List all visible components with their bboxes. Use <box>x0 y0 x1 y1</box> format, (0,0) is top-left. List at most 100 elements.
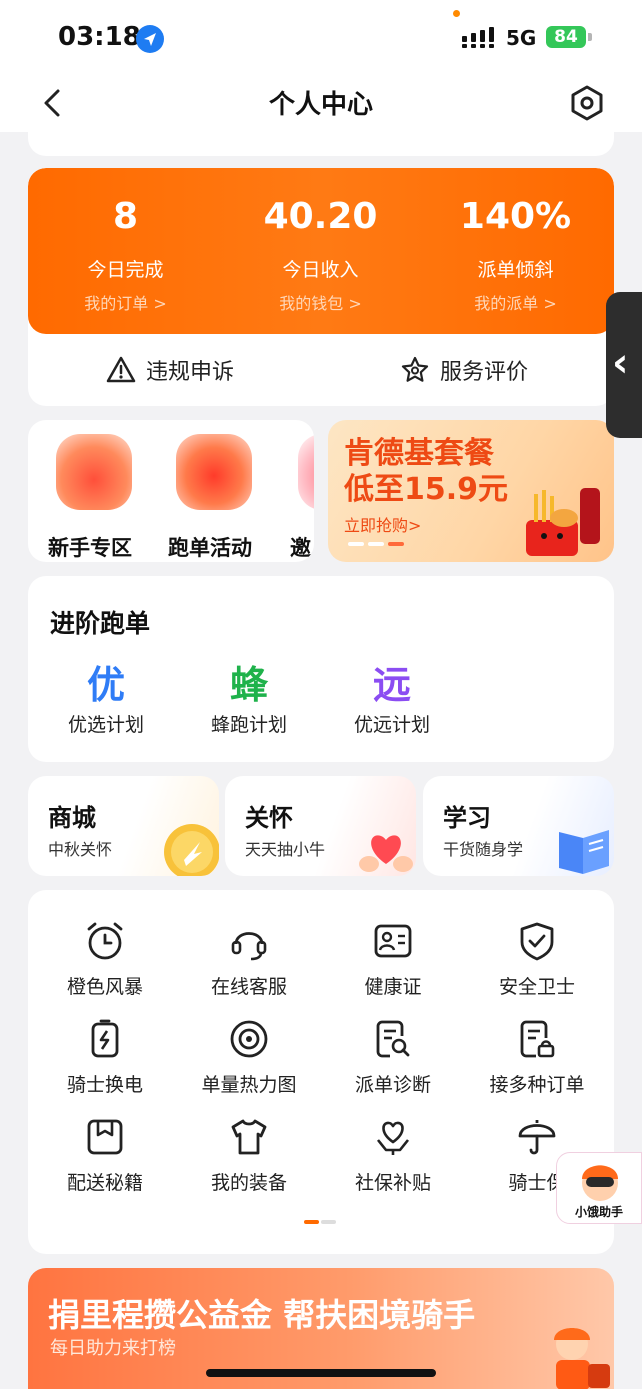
quick-entry-newbie[interactable]: 新手专区 <box>28 434 148 560</box>
tool-label: 派单诊断 <box>354 1074 431 1096</box>
battery-swap-icon <box>91 1019 119 1058</box>
plan-icon: 远 <box>372 663 411 707</box>
plan-youxuan[interactable]: 优 优选计划 <box>44 654 168 744</box>
shield-check-icon <box>520 922 554 961</box>
service-review-button[interactable]: 服务评价 <box>400 352 528 388</box>
quick-entry-invite[interactable]: 邀 <box>270 434 314 560</box>
tile-title: 商城 <box>48 804 96 832</box>
plan-fengpao[interactable]: 蜂 蜂跑计划 <box>187 654 311 744</box>
stat-label: 派单倾斜 <box>477 259 554 281</box>
tile-learn[interactable]: 学习 干货随身学 <box>423 776 614 876</box>
stat-value: 8 <box>112 196 139 237</box>
tool-label: 安全卫士 <box>498 976 575 998</box>
stat-completed[interactable]: 8 今日完成 我的订单 > <box>28 168 223 334</box>
stat-label: 今日完成 <box>87 259 164 281</box>
heatmap-target-icon <box>230 1020 268 1058</box>
advanced-title: 进阶跑单 <box>50 609 151 638</box>
pager-dot <box>368 542 384 546</box>
heart-hands-icon <box>359 835 413 872</box>
quick-entry-activity[interactable]: 跑单活动 <box>148 434 268 560</box>
banner-pager <box>348 542 404 546</box>
gift-box-icon <box>56 434 132 510</box>
pager-dot-active <box>388 542 404 546</box>
open-book-icon <box>559 830 609 874</box>
pager-dot <box>321 1220 336 1224</box>
plan-label: 优选计划 <box>67 714 144 736</box>
my-dispatch-link[interactable]: 我的派单 > <box>418 290 613 314</box>
tool-orange-storm[interactable]: 橙色风暴 <box>32 920 178 1006</box>
appeal-label: 违规申诉 <box>146 360 235 385</box>
plan-icon: 优 <box>86 663 125 707</box>
tool-safety-guard[interactable]: 安全卫士 <box>464 920 610 1006</box>
doc-search-icon <box>376 1020 410 1058</box>
stat-value: 140% <box>459 196 572 237</box>
tool-label: 在线客服 <box>210 976 287 998</box>
stats-actions: 违规申诉 服务评价 <box>28 334 614 406</box>
tile-title: 关怀 <box>245 804 293 832</box>
tool-label: 我的装备 <box>210 1172 287 1194</box>
headset-icon <box>231 932 267 961</box>
home-indicator[interactable] <box>206 1369 436 1377</box>
quick-entry-label: 邀 <box>290 536 311 560</box>
floating-drawer-handle[interactable]: ‹ <box>606 292 642 438</box>
bookmark-box-icon <box>87 1119 123 1155</box>
tile-care[interactable]: 关怀 天天抽小牛 <box>225 776 416 876</box>
status-time: 03:18 <box>58 22 141 52</box>
tool-label: 橙色风暴 <box>66 976 143 998</box>
status-bar: 03:18 5G 84 <box>0 0 642 72</box>
stat-income[interactable]: 40.20 今日收入 我的钱包 > <box>223 168 418 334</box>
quick-entries-card: 新手专区 跑单活动 邀 <box>28 420 314 562</box>
tool-multi-orders[interactable]: 接多种订单 <box>464 1018 610 1104</box>
star-badge-icon <box>401 356 429 382</box>
tool-my-gear[interactable]: 我的装备 <box>176 1116 322 1202</box>
tool-label: 健康证 <box>364 976 422 998</box>
tool-dispatch-diagnosis[interactable]: 派单诊断 <box>320 1018 466 1104</box>
assistant-label: 小饿助手 <box>574 1205 623 1219</box>
alarm-clock-icon <box>87 922 123 960</box>
privacy-indicator-dot <box>453 10 460 17</box>
previous-card-edge <box>28 132 614 156</box>
umbrella-icon <box>518 1120 556 1155</box>
pager-dot-active <box>304 1220 319 1224</box>
banner-cta[interactable]: 立即抢购> <box>344 512 421 536</box>
banner-title: 肯德基套餐 <box>344 436 494 471</box>
stat-value: 40.20 <box>263 196 378 237</box>
plan-youyuan[interactable]: 远 优远计划 <box>330 654 454 744</box>
battery-level: 84 <box>546 26 586 48</box>
promo-banner[interactable]: 肯德基套餐 低至15.9元 立即抢购> <box>328 420 614 562</box>
stats-panel: 8 今日完成 我的订单 > 40.20 今日收入 我的钱包 > 140% 派单倾… <box>28 168 614 334</box>
battery-tip <box>588 33 592 41</box>
tile-subtitle: 中秋关怀 <box>48 840 113 859</box>
red-pouch-icon <box>176 434 252 510</box>
tile-mall[interactable]: 商城 中秋关怀 <box>28 776 219 876</box>
stats-card: 8 今日完成 我的订单 > 40.20 今日收入 我的钱包 > 140% 派单倾… <box>28 168 614 406</box>
tile-title: 学习 <box>443 804 491 832</box>
tile-subtitle: 天天抽小牛 <box>245 840 326 859</box>
tool-online-service[interactable]: 在线客服 <box>176 920 322 1006</box>
invite-icon <box>298 434 314 510</box>
tools-grid-card: 橙色风暴 在线客服 健康证 安全卫士 骑士换电 单量热力图 派单诊断 接多种订单… <box>28 890 614 1254</box>
my-wallet-link[interactable]: 我的钱包 > <box>223 290 418 314</box>
charity-title: 捐里程攒公益金 帮扶困境骑手 <box>48 1296 476 1334</box>
fast-food-icon <box>526 488 600 556</box>
tool-battery-swap[interactable]: 骑士换电 <box>32 1018 178 1104</box>
signal-strength-icon <box>462 27 494 48</box>
assistant-button[interactable]: 小饿助手 <box>556 1152 642 1224</box>
tool-social-insurance[interactable]: 社保补贴 <box>320 1116 466 1202</box>
tool-heatmap[interactable]: 单量热力图 <box>176 1018 322 1104</box>
tool-label: 骑士换电 <box>66 1074 143 1096</box>
appeal-button[interactable]: 违规申诉 <box>106 352 234 388</box>
pager-dot <box>348 542 364 546</box>
tool-health-cert[interactable]: 健康证 <box>320 920 466 1006</box>
quick-entry-label: 新手专区 <box>48 536 132 560</box>
tool-label: 社保补贴 <box>354 1172 431 1194</box>
my-orders-link[interactable]: 我的订单 > <box>28 290 223 314</box>
settings-gear-icon[interactable] <box>568 84 606 122</box>
assistant-avatar-icon <box>582 1165 618 1201</box>
page-title: 个人中心 <box>268 90 373 120</box>
tool-delivery-tips[interactable]: 配送秘籍 <box>32 1116 178 1202</box>
plan-icon: 蜂 <box>229 663 268 707</box>
network-type: 5G <box>506 26 537 50</box>
nav-bar: 个人中心 <box>0 72 642 132</box>
stat-dispatch-boost[interactable]: 140% 派单倾斜 我的派单 > <box>418 168 613 334</box>
